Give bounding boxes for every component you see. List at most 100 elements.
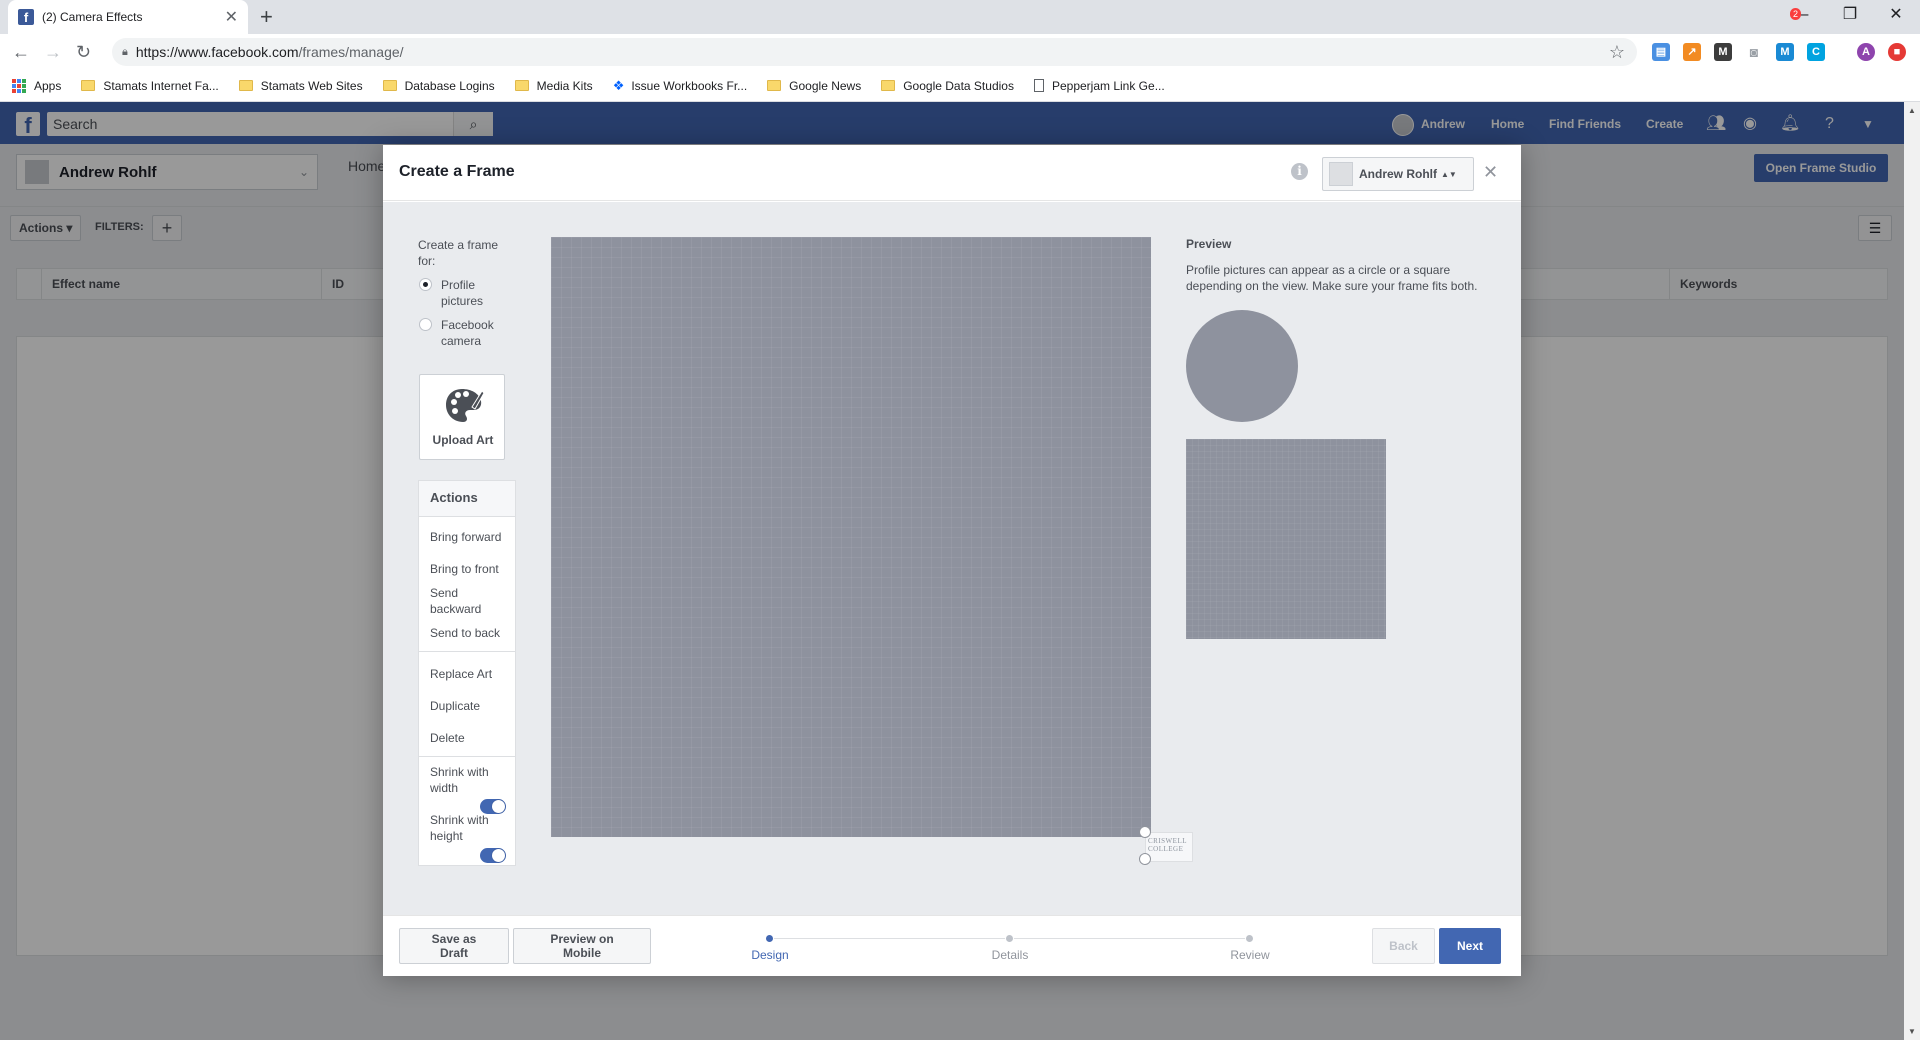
dropbox-icon: ❖ — [612, 77, 625, 93]
preview-on-mobile-button[interactable]: Preview on Mobile — [513, 928, 651, 964]
dialog-title: Create a Frame — [399, 163, 515, 180]
save-as-draft-button[interactable]: Save as Draft — [399, 928, 509, 964]
replace-art-action[interactable]: Replace Art — [430, 666, 510, 682]
step-design: Design — [751, 948, 789, 962]
folder-icon — [514, 80, 529, 91]
page-scrollbar[interactable]: ▲ ▼ — [1904, 102, 1920, 1040]
bookmark-folder[interactable]: Google Data Studios — [881, 79, 1014, 93]
radio-unselected-icon[interactable] — [419, 318, 432, 331]
address-bar-row: ← → ↻ 🔒︎ https://www.facebook.com/frames… — [0, 34, 1920, 70]
window-close-icon[interactable]: ✕ — [1876, 4, 1916, 26]
bring-to-front-action[interactable]: Bring to front — [430, 561, 510, 577]
create-for-label: Create a frame for: — [418, 238, 499, 268]
sort-arrows-icon: ▲▼ — [1441, 169, 1457, 179]
close-icon[interactable]: ✕ — [1483, 163, 1498, 181]
preview-description: Profile pictures can appear as a circle … — [1186, 263, 1478, 293]
extension-icon[interactable]: ▤ — [1652, 43, 1670, 61]
bring-forward-action[interactable]: Bring forward — [430, 529, 510, 545]
scroll-down-icon[interactable]: ▼ — [1908, 1027, 1916, 1036]
delete-action[interactable]: Delete — [430, 730, 510, 746]
facebook-favicon-icon: f — [18, 9, 34, 25]
dialog-body: Create a frame for: Profile pictures Fac… — [383, 202, 1521, 915]
bookmark-folder[interactable]: Stamats Internet Fa... — [81, 79, 219, 93]
radio-label: Facebook camera — [441, 318, 494, 348]
profile-avatar-icon[interactable]: A — [1857, 43, 1875, 61]
bookmark-dropbox[interactable]: ❖ Issue Workbooks Fr... — [613, 78, 747, 94]
analytics-extension-icon[interactable]: ↗ — [1683, 43, 1701, 61]
folder-icon — [382, 80, 397, 91]
create-frame-dialog: Create a Frame i Andrew Rohlf ▲▼ ✕ Creat… — [383, 145, 1521, 976]
step-dot-details — [1005, 934, 1014, 943]
step-details: Details — [991, 948, 1029, 962]
owner-name: Andrew Rohlf — [1359, 167, 1437, 181]
bookmark-folder[interactable]: Stamats Web Sites — [238, 79, 363, 93]
shrink-with-height-label: Shrink with height — [430, 813, 489, 843]
c-extension-icon[interactable]: C — [1807, 43, 1825, 61]
bookmark-star-icon[interactable]: ☆ — [1609, 42, 1625, 63]
notification-badge: 2 — [1790, 8, 1802, 20]
resize-handle[interactable] — [1139, 826, 1151, 838]
upload-art-label: Upload Art — [432, 433, 494, 447]
step-dot-review — [1245, 934, 1254, 943]
forward-arrow-icon[interactable]: → — [44, 40, 62, 64]
back-button[interactable]: Back — [1372, 928, 1435, 964]
folder-icon — [881, 80, 896, 91]
shrink-with-width-label: Shrink with width — [430, 765, 489, 795]
art-layer-thumbnail[interactable]: CRISWELL COLLEGE — [1145, 832, 1193, 862]
next-button[interactable]: Next — [1439, 928, 1501, 964]
reload-icon[interactable]: ↻ — [76, 40, 91, 64]
actions-panel: Actions Bring forward Bring to front Sen… — [418, 480, 516, 866]
bookmark-page[interactable]: Pepperjam Link Ge... — [1033, 79, 1165, 93]
actions-header: Actions — [419, 481, 515, 517]
tab-close-icon[interactable]: ✕ — [225, 7, 238, 27]
stop-extension-icon[interactable]: ■ — [1888, 43, 1906, 61]
duplicate-action[interactable]: Duplicate — [430, 698, 510, 714]
camera-extension-icon[interactable]: ◙ — [1745, 43, 1763, 61]
dialog-header: Create a Frame i Andrew Rohlf ▲▼ ✕ — [383, 145, 1521, 201]
folder-icon — [81, 80, 96, 91]
circle-preview — [1186, 310, 1298, 422]
url-field[interactable]: 🔒︎ https://www.facebook.com/frames/manag… — [112, 38, 1637, 66]
m2-extension-icon[interactable]: M — [1776, 43, 1794, 61]
browser-tab-bar: f (2) Camera Effects ✕ + – ❐ ✕ — [0, 0, 1920, 34]
radio-profile-pictures[interactable]: Profile pictures — [419, 277, 501, 309]
browser-tab[interactable]: f (2) Camera Effects ✕ — [8, 0, 248, 34]
bookmark-folder[interactable]: Google News — [767, 79, 861, 93]
owner-selector[interactable]: Andrew Rohlf ▲▼ — [1322, 157, 1474, 191]
restore-icon[interactable]: ❐ — [1830, 4, 1870, 26]
radio-facebook-camera[interactable]: Facebook camera — [419, 317, 501, 349]
bookmark-folder[interactable]: Database Logins — [382, 79, 495, 93]
folder-icon — [238, 80, 253, 91]
scroll-up-icon[interactable]: ▲ — [1908, 106, 1916, 115]
info-icon[interactable]: i — [1291, 163, 1308, 180]
apps-grid-icon — [12, 78, 26, 93]
resize-handle[interactable] — [1139, 853, 1151, 865]
upload-art-button[interactable]: Upload Art — [419, 374, 505, 460]
divider — [419, 756, 515, 757]
radio-selected-icon[interactable] — [419, 278, 432, 291]
divider — [419, 651, 515, 652]
lock-icon: 🔒︎ — [122, 45, 128, 58]
back-arrow-icon[interactable]: ← — [12, 40, 30, 64]
send-backward-action[interactable]: Send backward — [430, 585, 490, 617]
send-to-back-action[interactable]: Send to back — [430, 625, 510, 641]
palette-icon — [446, 389, 484, 422]
owner-avatar — [1329, 162, 1353, 186]
square-preview — [1186, 439, 1386, 639]
bookmarks-bar: Apps Stamats Internet Fa... Stamats Web … — [0, 70, 1920, 102]
frame-canvas[interactable] — [551, 237, 1151, 837]
step-review: Review — [1230, 948, 1270, 962]
url-text: https://www.facebook.com/frames/manage/ — [135, 44, 404, 60]
preview-label: Preview — [1186, 237, 1232, 251]
shrink-height-toggle[interactable] — [480, 848, 506, 863]
bookmark-apps[interactable]: Apps — [12, 78, 61, 93]
dialog-footer: Save as Draft Preview on Mobile Design D… — [383, 915, 1521, 976]
tab-title: (2) Camera Effects — [42, 10, 143, 24]
bookmark-folder[interactable]: Media Kits — [514, 79, 593, 93]
radio-label: Profile pictures — [441, 278, 484, 308]
folder-icon — [767, 80, 782, 91]
new-tab-icon[interactable]: + — [260, 4, 273, 30]
step-dot-design — [765, 934, 774, 943]
page-icon — [1033, 79, 1044, 92]
m-extension-icon[interactable]: M — [1714, 43, 1732, 61]
